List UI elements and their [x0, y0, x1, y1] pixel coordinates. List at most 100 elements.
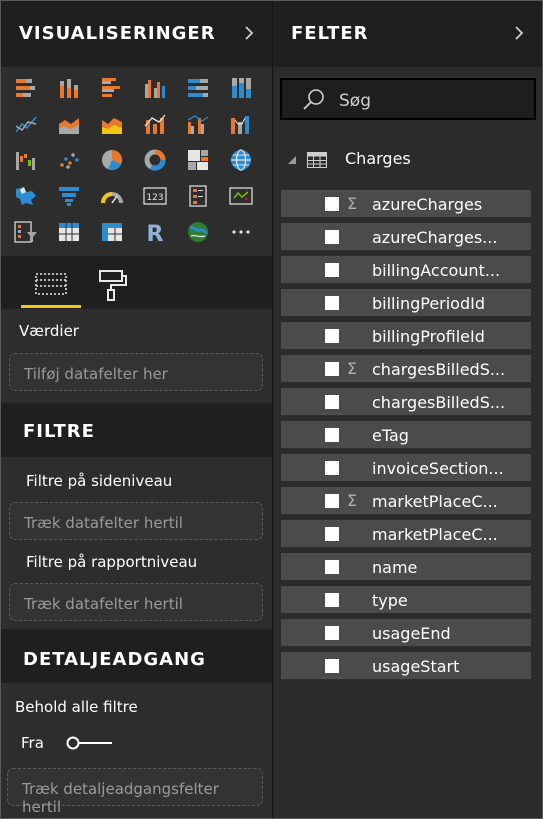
card-icon[interactable]: 123	[143, 184, 167, 208]
slicer-icon[interactable]	[14, 220, 38, 244]
matrix-icon[interactable]	[100, 220, 124, 244]
field-item[interactable]: ΣchargesBilledS...	[281, 355, 531, 383]
multi-row-card-icon[interactable]	[186, 184, 210, 208]
line-and-column-chart-icon[interactable]	[143, 112, 167, 136]
expand-triangle-icon[interactable]	[287, 155, 297, 165]
treemap-icon[interactable]	[186, 148, 210, 172]
field-name: eTag	[372, 426, 409, 445]
field-item[interactable]: invoiceSection...	[281, 454, 531, 482]
area-chart-icon[interactable]	[57, 112, 81, 136]
field-item[interactable]: name	[281, 553, 531, 581]
kpi-icon[interactable]	[229, 184, 253, 208]
field-item[interactable]: eTag	[281, 421, 531, 449]
field-item[interactable]: ΣmarketPlaceC...	[281, 487, 531, 515]
arcgis-map-icon[interactable]	[186, 220, 210, 244]
field-checkbox[interactable]	[325, 659, 339, 673]
field-checkbox[interactable]	[325, 461, 339, 475]
filters-header: FILTRE	[1, 403, 272, 457]
r-visual-icon[interactable]: R	[143, 220, 167, 244]
clustered-bar-chart-icon[interactable]	[100, 76, 124, 100]
donut-chart-icon[interactable]	[143, 148, 167, 172]
field-name: chargesBilledS...	[372, 360, 506, 379]
field-item[interactable]: ΣazureCharges	[281, 190, 531, 218]
field-checkbox[interactable]	[325, 230, 339, 244]
format-paint-roller-icon[interactable]	[91, 264, 131, 304]
field-name: azureCharges	[372, 195, 483, 214]
line-chart-icon[interactable]	[14, 112, 38, 136]
field-name: type	[372, 591, 408, 610]
fields-title: FELTER	[291, 23, 369, 44]
field-name: billingPeriodId	[372, 294, 485, 313]
filled-map-icon[interactable]	[14, 184, 38, 208]
field-checkbox[interactable]	[325, 560, 339, 574]
sigma-icon: Σ	[347, 359, 358, 378]
page-filters-dropzone[interactable]: Træk datafelter hertil	[9, 502, 263, 540]
visualizations-pane: VISUALISERINGER 123 R Værdier Tilføj data…	[1, 1, 272, 818]
line-and-clustered-column-chart-icon[interactable]	[186, 112, 210, 136]
table-name: Charges	[345, 149, 411, 168]
fields-tab-icon[interactable]	[31, 264, 71, 304]
field-checkbox[interactable]	[325, 395, 339, 409]
field-checkbox[interactable]	[325, 296, 339, 310]
page-level-filters-label: Filtre på sideniveau	[26, 472, 173, 490]
expand-chevron-icon[interactable]	[511, 25, 527, 41]
field-checkbox[interactable]	[325, 626, 339, 640]
stacked-area-chart-icon[interactable]	[100, 112, 124, 136]
more-visuals-icon[interactable]	[229, 220, 253, 244]
toggle-state-label: Fra	[21, 734, 44, 752]
100-stacked-bar-chart-icon[interactable]	[186, 76, 210, 100]
field-name: billingProfileId	[372, 327, 485, 346]
keep-filters-toggle[interactable]	[66, 736, 114, 750]
field-checkbox[interactable]	[325, 197, 339, 211]
field-name: chargesBilledS...	[372, 393, 506, 412]
table-icon	[307, 152, 327, 168]
search-placeholder: Søg	[339, 91, 371, 111]
field-checkbox[interactable]	[325, 329, 339, 343]
field-item[interactable]: billingAccount...	[281, 256, 531, 284]
field-item[interactable]: usageEnd	[281, 619, 531, 647]
stacked-column-chart-icon[interactable]	[57, 76, 81, 100]
field-checkbox[interactable]	[325, 428, 339, 442]
field-name: azureCharges...	[372, 228, 498, 247]
stacked-bar-chart-icon[interactable]	[14, 76, 38, 100]
100-stacked-column-chart-icon[interactable]	[229, 76, 253, 100]
values-dropzone[interactable]: Tilføj datafelter her	[9, 353, 263, 391]
field-item[interactable]: azureCharges...	[281, 223, 531, 251]
drillthrough-dropzone[interactable]: Træk detaljeadgangsfelter hertil	[7, 768, 263, 816]
field-item[interactable]: marketPlaceC...	[281, 520, 531, 548]
funnel-icon[interactable]	[57, 184, 81, 208]
field-item[interactable]: usageStart	[281, 652, 531, 680]
ribbon-chart-icon[interactable]	[229, 112, 253, 136]
table-icon[interactable]	[57, 220, 81, 244]
drillthrough-header: DETALJEADGANG	[1, 629, 272, 683]
gauge-icon[interactable]	[100, 184, 124, 208]
visualizations-header: VISUALISERINGER	[1, 1, 272, 67]
filters-title: FILTRE	[23, 421, 95, 442]
field-name: name	[372, 558, 418, 577]
field-checkbox[interactable]	[325, 494, 339, 508]
sigma-icon: Σ	[347, 491, 358, 510]
search-icon	[303, 89, 324, 110]
visualizations-title: VISUALISERINGER	[19, 23, 216, 44]
svg-text:123: 123	[146, 193, 163, 203]
field-item[interactable]: billingPeriodId	[281, 289, 531, 317]
field-checkbox[interactable]	[325, 593, 339, 607]
collapse-chevron-icon[interactable]	[241, 25, 257, 41]
svg-text:R: R	[147, 222, 164, 244]
pie-chart-icon[interactable]	[100, 148, 124, 172]
field-item[interactable]: type	[281, 586, 531, 614]
field-checkbox[interactable]	[325, 263, 339, 277]
map-icon[interactable]	[229, 148, 253, 172]
field-checkbox[interactable]	[325, 362, 339, 376]
report-filters-dropzone[interactable]: Træk datafelter hertil	[9, 583, 263, 621]
field-item[interactable]: chargesBilledS...	[281, 388, 531, 416]
waterfall-chart-icon[interactable]	[14, 148, 38, 172]
field-item[interactable]: billingProfileId	[281, 322, 531, 350]
fields-pane: FELTER Søg Charges ΣazureCharges azureCha…	[273, 1, 542, 818]
field-checkbox[interactable]	[325, 527, 339, 541]
pane-tab-bar	[1, 256, 272, 309]
scatter-chart-icon[interactable]	[57, 148, 81, 172]
clustered-column-chart-icon[interactable]	[143, 76, 167, 100]
field-name: usageEnd	[372, 624, 451, 643]
fields-search-box[interactable]: Søg	[280, 78, 536, 120]
